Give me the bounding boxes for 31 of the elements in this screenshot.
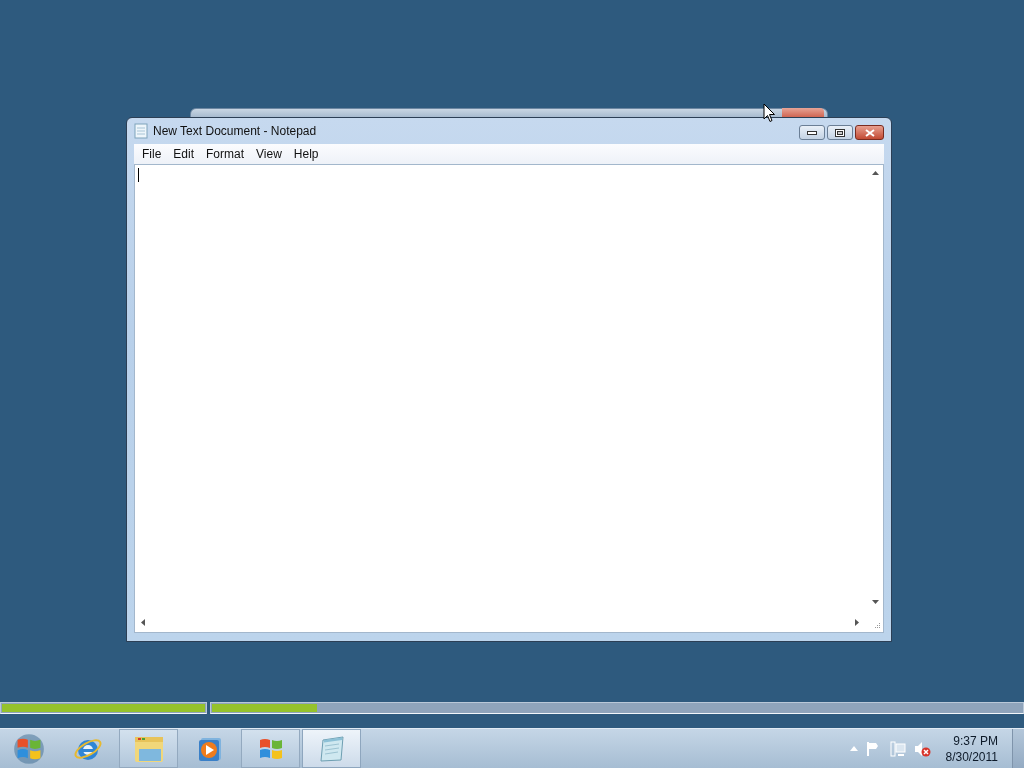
windows-logo-icon (13, 732, 45, 765)
muted-speaker-icon[interactable] (913, 740, 932, 757)
scroll-down-icon[interactable] (872, 600, 879, 604)
minimize-button[interactable] (799, 125, 825, 140)
taskbar-button[interactable] (119, 729, 178, 768)
scroll-up-icon[interactable] (872, 171, 879, 175)
taskbar-button[interactable] (241, 729, 300, 768)
show-hidden-icons-icon[interactable] (849, 746, 858, 751)
minimize-icon (807, 130, 817, 135)
menu-item[interactable]: File (136, 145, 168, 163)
menu-item[interactable]: Format (200, 145, 251, 163)
mouse-pointer-icon (763, 103, 776, 123)
show-desktop-button[interactable] (1012, 728, 1024, 768)
taskbar-button[interactable] (302, 729, 361, 768)
date: 8/30/2011 (945, 748, 998, 765)
close-button[interactable] (855, 125, 884, 140)
maximize-button[interactable] (827, 125, 853, 140)
notepad-icon (134, 123, 148, 139)
scroll-left-icon[interactable] (141, 619, 145, 626)
menu-item[interactable]: Help (287, 145, 325, 163)
resize-grip-icon[interactable] (873, 622, 881, 630)
maximize-icon (835, 128, 845, 137)
close-icon (864, 128, 875, 137)
time: 9:37 PM (953, 732, 998, 749)
menu-item[interactable]: Edit (167, 145, 201, 163)
text-cursor (138, 168, 139, 182)
window-title: New Text Document - Notepad (153, 124, 318, 138)
scroll-right-icon[interactable] (855, 619, 859, 626)
network-icon[interactable] (889, 740, 906, 757)
menu-item[interactable]: View (250, 145, 288, 163)
clock[interactable]: 9:37 PM 8/30/2011 (939, 732, 1004, 765)
